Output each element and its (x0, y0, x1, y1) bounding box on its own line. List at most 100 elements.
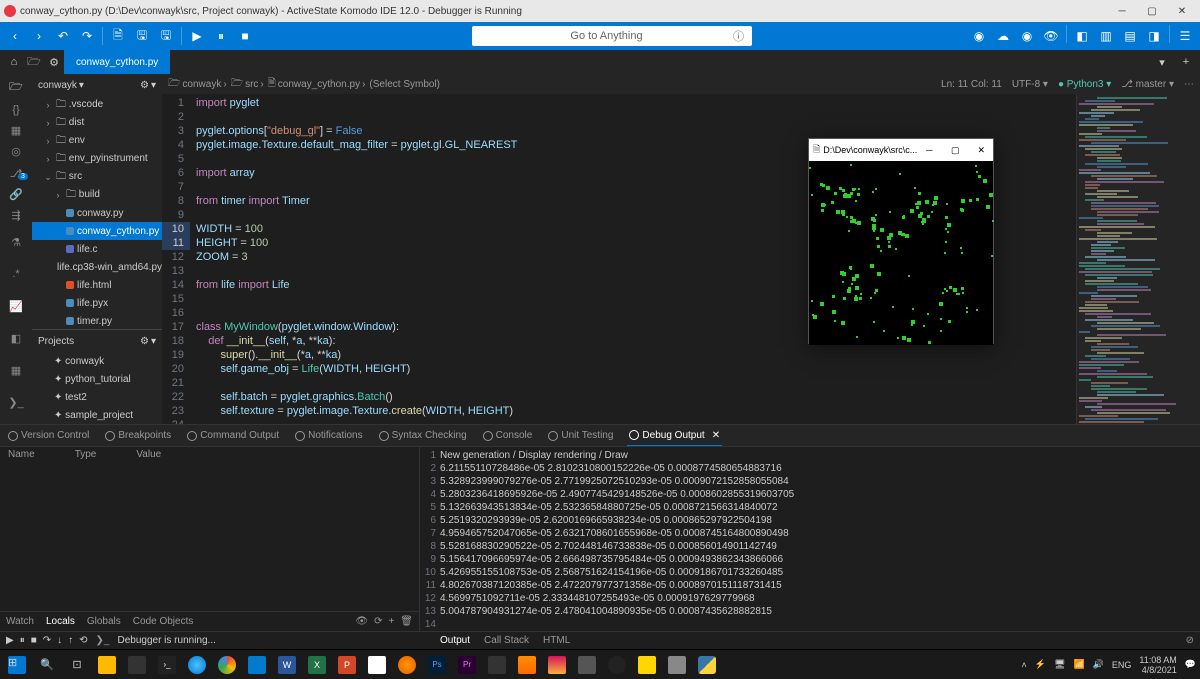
add-tab-button[interactable]: + (1176, 52, 1196, 72)
app-icon[interactable] (484, 652, 510, 678)
explorer-icon[interactable]: 🗁 (2, 78, 30, 97)
new-file-button[interactable]: 🗎 (107, 25, 129, 47)
tree-item[interactable]: ›🗀 env_pyinstrument (32, 150, 162, 168)
menu-icon[interactable]: ☰ (1174, 25, 1196, 47)
layout3-icon[interactable]: ▤ (1119, 25, 1141, 47)
back-button[interactable]: ‹ (4, 25, 26, 47)
grid-icon[interactable]: ▦ (2, 356, 30, 384)
search-anything-input[interactable]: Go to Anything ⓘ (472, 26, 752, 46)
debug-tab[interactable]: Globals (87, 616, 121, 627)
chevron-down-icon[interactable]: ▾ (151, 336, 156, 347)
terminal-icon[interactable]: ❯_ (2, 388, 30, 416)
tree-item[interactable]: conway_cython.py (32, 222, 162, 240)
add-icon[interactable]: + (388, 616, 394, 627)
save-all-button[interactable]: 🖫 (155, 25, 177, 47)
firefox-icon[interactable] (394, 652, 420, 678)
tree-item[interactable]: timer.py (32, 312, 162, 329)
home-icon[interactable]: ⌂ (4, 52, 24, 72)
color-icon[interactable]: ◧ (2, 324, 30, 352)
start-button[interactable]: ⊞ (4, 652, 30, 678)
tree-item[interactable]: ›🗀 build (32, 186, 162, 204)
layout1-icon[interactable]: ◧ (1071, 25, 1093, 47)
step-into-icon[interactable]: ↓ (57, 635, 62, 646)
clock[interactable]: 11:08 AM 4/8/2021 (1139, 655, 1176, 675)
regex-icon[interactable]: .* (2, 260, 30, 288)
tree-item[interactable]: life.cp38-win_amd64.pyd (32, 258, 162, 276)
gear-icon[interactable]: ⚙ (140, 80, 149, 91)
photoshop-icon[interactable]: Ps (424, 652, 450, 678)
breadcrumb-item[interactable]: 🗁 conwayk › (168, 76, 227, 93)
breadcrumb-item[interactable]: 🗎 conway_cython.py › (268, 76, 366, 93)
preview-icon[interactable]: ◎ (2, 143, 30, 160)
cloud-icon[interactable]: ☁ (992, 25, 1014, 47)
forward-button[interactable]: › (28, 25, 50, 47)
breadcrumb-item[interactable]: 🗁 src › (231, 76, 264, 93)
flask-icon[interactable]: ⚗ (2, 228, 30, 256)
share-icon[interactable]: ⇶ (2, 207, 30, 224)
pause-icon[interactable]: ⏸ (20, 635, 25, 646)
tree-item[interactable]: life.html (32, 276, 162, 294)
panel-tab[interactable]: Unit Testing (546, 425, 615, 446)
dom-icon[interactable]: ▦ (2, 122, 30, 139)
debug-tab[interactable]: Locals (46, 616, 75, 627)
task-view-icon[interactable]: ⊡ (64, 652, 90, 678)
excel-icon[interactable]: X (304, 652, 330, 678)
panel-tab[interactable]: Notifications (293, 425, 364, 446)
tree-item[interactable]: ›🗀 env (32, 132, 162, 150)
restart-icon[interactable]: ⟲ (79, 635, 87, 646)
tree-item[interactable]: conway.py (32, 204, 162, 222)
debug-tab[interactable]: Code Objects (133, 616, 194, 627)
panel-tab[interactable]: Console (481, 425, 535, 446)
code-editor[interactable]: 123456789101112131415161718192021222324 … (162, 94, 1200, 424)
step-over-icon[interactable]: ↷ (43, 635, 51, 646)
link-icon[interactable]: 🔗 (2, 186, 30, 203)
layout2-icon[interactable]: ▥ (1095, 25, 1117, 47)
undo-button[interactable]: ↶ (52, 25, 74, 47)
tray-wifi-icon[interactable]: 📶 (1073, 659, 1084, 670)
terminal-icon[interactable]: ›_ (154, 652, 180, 678)
branch-selector[interactable]: ⎇ master ▾ (1121, 79, 1174, 90)
tray-icon[interactable]: ⚡ (1035, 659, 1046, 670)
panel-tab[interactable]: Version Control (6, 425, 91, 446)
tree-item[interactable]: life.c (32, 240, 162, 258)
code-icon[interactable]: {} (2, 101, 30, 118)
search-icon[interactable]: 🔍 (34, 652, 60, 678)
slack-icon[interactable] (364, 652, 390, 678)
refresh-icon[interactable]: ⟳ (374, 616, 382, 627)
panel-tab[interactable]: Breakpoints (103, 425, 173, 446)
minimize-button[interactable]: ─ (1108, 2, 1136, 20)
output-tab[interactable]: Call Stack (484, 635, 529, 646)
eye-icon[interactable]: 👁 (355, 616, 368, 627)
chrome-icon[interactable] (214, 652, 240, 678)
tree-item[interactable]: life.pyx (32, 294, 162, 312)
language-selector[interactable]: ● Python3 ▾ (1058, 79, 1111, 90)
app-icon[interactable] (664, 652, 690, 678)
tree-item[interactable]: ›🗀 dist (32, 114, 162, 132)
chart-icon[interactable]: 📈 (2, 292, 30, 320)
app-icon[interactable] (574, 652, 600, 678)
play-icon[interactable]: ▶ (6, 635, 14, 646)
vscode-icon[interactable] (244, 652, 270, 678)
app-icon[interactable] (124, 652, 150, 678)
eye-icon[interactable]: ◉ (1016, 25, 1038, 47)
stop-button[interactable]: ■ (234, 25, 256, 47)
eye2-icon[interactable]: 👁 (1040, 25, 1062, 47)
chevron-down-icon[interactable]: ▾ (151, 80, 156, 91)
record-icon[interactable]: ◉ (968, 25, 990, 47)
powerpoint-icon[interactable]: P (334, 652, 360, 678)
close-button[interactable]: ✕ (1168, 2, 1196, 20)
minimize-button[interactable]: ─ (917, 145, 941, 156)
editor-tab-conway-cython[interactable]: conway_cython.py (64, 50, 170, 74)
tray-language[interactable]: ENG (1112, 660, 1132, 670)
source-control-icon[interactable]: ⎇3 (2, 165, 30, 182)
redo-button[interactable]: ↷ (76, 25, 98, 47)
panel-tab[interactable]: Command Output (185, 425, 281, 446)
project-item[interactable]: ✦ python_tutorial (32, 370, 162, 388)
breadcrumb-symbol[interactable]: (Select Symbol) (369, 79, 440, 90)
output-tab[interactable]: HTML (543, 635, 570, 646)
vlc-icon[interactable] (514, 652, 540, 678)
save-button[interactable]: 🖫 (131, 25, 153, 47)
close-button[interactable]: ✕ (969, 145, 993, 156)
explorer-icon[interactable] (94, 652, 120, 678)
tray-chevron-icon[interactable]: ˄ (1022, 660, 1027, 670)
